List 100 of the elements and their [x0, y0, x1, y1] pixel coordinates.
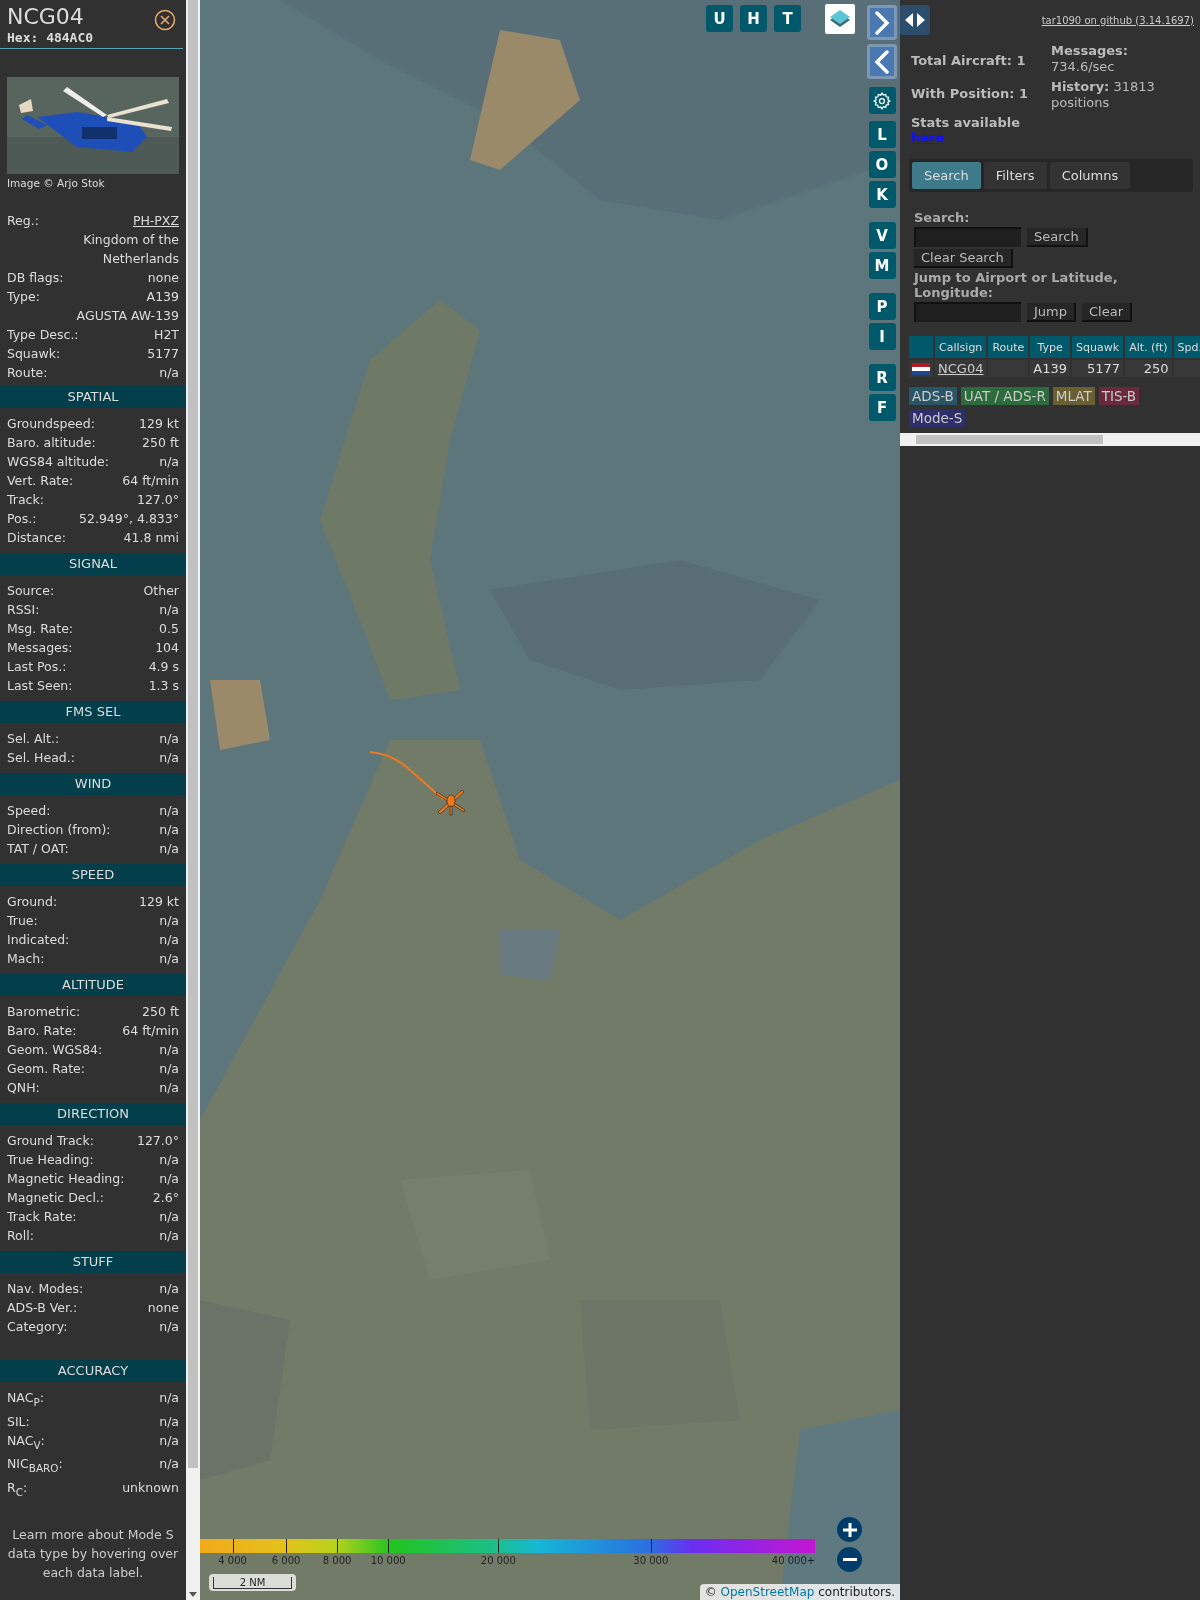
chevron-left-icon [873, 49, 891, 74]
map-toggle-button[interactable]: T [774, 5, 801, 32]
field-label: Direction (from): [7, 821, 111, 839]
field-value: n/a [159, 749, 179, 767]
field-label: Last Pos.: [7, 658, 67, 676]
chevron-right-icon [873, 10, 891, 35]
altitude-label: 30 000 [633, 1555, 669, 1566]
field-label: Nav. Modes: [7, 1280, 84, 1298]
field-value: n/a [159, 1060, 179, 1078]
history-count: History: 31813 positions [1051, 79, 1156, 111]
field-label: True: [7, 912, 38, 930]
registration-link[interactable]: PH-PXZ [132, 211, 179, 230]
settings-icon[interactable] [868, 87, 896, 114]
section-header: ALTITUDE [0, 974, 186, 996]
field-value: none [147, 1299, 179, 1317]
field-label: WGS84 altitude: [7, 453, 110, 471]
panel-toggle-icon[interactable] [900, 5, 930, 35]
map-toggle-button[interactable]: I [868, 323, 896, 350]
field-label: RSSI: [7, 601, 40, 619]
field-value: n/a [159, 950, 179, 968]
field-value: 5177 [147, 345, 179, 363]
field-value: n/a [159, 1280, 179, 1298]
altitude-label: 40 000+ [771, 1555, 816, 1566]
map-toggle-button[interactable]: L [868, 121, 896, 148]
messages-rate: Messages: 734.6/sec [1051, 43, 1130, 75]
scrollbar[interactable] [900, 433, 1200, 446]
field-value: n/a [159, 1431, 179, 1450]
field-value: AGUSTA AW-139 [76, 307, 179, 325]
field-label: Indicated: [7, 931, 70, 949]
field-label: Magnetic Decl.: [7, 1189, 105, 1207]
map-toggle-button[interactable]: M [868, 252, 896, 279]
map-toggle-button[interactable]: O [868, 151, 896, 178]
hex-code: Hex: 484AC0 [7, 30, 94, 45]
field-value: 127.0° [136, 491, 179, 509]
field-value: 0.5 [159, 620, 179, 638]
field-value: n/a [159, 364, 179, 382]
section-header: DIRECTION [0, 1103, 186, 1125]
triangle-icon[interactable] [189, 1592, 197, 1597]
field-label: Type: [7, 288, 40, 306]
column-header[interactable]: Squawk [1072, 336, 1124, 358]
search-button[interactable]: Search [1027, 227, 1088, 247]
field-label: Sel. Alt.: [7, 730, 60, 748]
column-header[interactable]: Callsign [935, 336, 987, 358]
altitude-label: 6 000 [271, 1555, 301, 1566]
previous-arrow-button[interactable] [867, 44, 897, 79]
field-label: Source: [7, 582, 55, 600]
clear-search-button[interactable]: Clear Search [914, 249, 1013, 268]
field-value: n/a [159, 931, 179, 949]
column-header[interactable]: Spd. [1173, 336, 1200, 358]
column-header[interactable]: Route [988, 336, 1029, 358]
field-value: none [147, 269, 179, 287]
close-icon[interactable] [154, 9, 176, 31]
field-value: 127.0° [136, 1132, 179, 1150]
map-toggle-button[interactable]: F [868, 394, 896, 421]
map-toggle-button[interactable]: R [868, 364, 896, 391]
jump-field[interactable] [914, 302, 1021, 322]
source-tag: MLAT [1052, 387, 1095, 405]
section-header: STUFF [0, 1251, 186, 1273]
map-toggle-button[interactable]: V [868, 222, 896, 249]
map-toggle-button[interactable]: H [740, 5, 767, 32]
field-value: 2.6° [152, 1189, 179, 1207]
tab[interactable]: Filters [983, 162, 1047, 189]
field-label: Geom. Rate: [7, 1060, 86, 1078]
section-header: FMS SEL [0, 701, 186, 723]
field-label: QNH: [7, 1079, 40, 1097]
scale-bar: 2 NM [209, 1574, 296, 1591]
field-label: Squawk: [7, 345, 61, 363]
map-toggle-button[interactable]: K [868, 181, 896, 208]
field-label: Category: [7, 1318, 68, 1336]
field-value: n/a [159, 1412, 179, 1431]
column-header[interactable]: Type [1030, 336, 1071, 358]
flag-icon [912, 362, 930, 375]
map-toggle-button[interactable]: P [868, 293, 896, 320]
next-arrow-button[interactable] [867, 5, 897, 40]
openstreetmap-link[interactable]: OpenStreetMap [720, 1585, 815, 1599]
field-value: n/a [159, 802, 179, 820]
jump-label: Jump to Airport or Latitude, Longitude: [914, 270, 1119, 300]
field-label: DB flags: [7, 269, 64, 287]
field-value: Other [143, 582, 179, 600]
clear-button[interactable]: Clear [1082, 302, 1132, 322]
field-value: 250 ft [142, 1003, 179, 1021]
with-position: With Position: 1 [911, 86, 1030, 101]
field-label: Track: [7, 491, 44, 509]
tab[interactable]: Search [912, 162, 981, 189]
jump-button[interactable]: Jump [1027, 302, 1076, 322]
stats-text: Stats available [911, 115, 1022, 130]
tab[interactable]: Columns [1049, 162, 1131, 189]
scrollbar[interactable] [186, 0, 200, 1600]
field-label: Ground Track: [7, 1132, 94, 1150]
field-value: n/a [159, 912, 179, 930]
field-label: True Heading: [7, 1151, 94, 1169]
field-label: ADS-B Ver.: [7, 1299, 78, 1317]
column-header[interactable]: Alt. (ft) [1125, 336, 1172, 358]
map-toggle-button[interactable]: U [706, 5, 733, 32]
search-field[interactable] [914, 227, 1021, 247]
field-label: Speed: [7, 802, 51, 820]
github-link[interactable]: tar1090 on github (3.14.1697) [1041, 14, 1194, 26]
source-tag: TIS-B [1098, 387, 1140, 405]
layers-icon[interactable] [825, 4, 855, 34]
field-value: 129 kt [139, 415, 179, 433]
